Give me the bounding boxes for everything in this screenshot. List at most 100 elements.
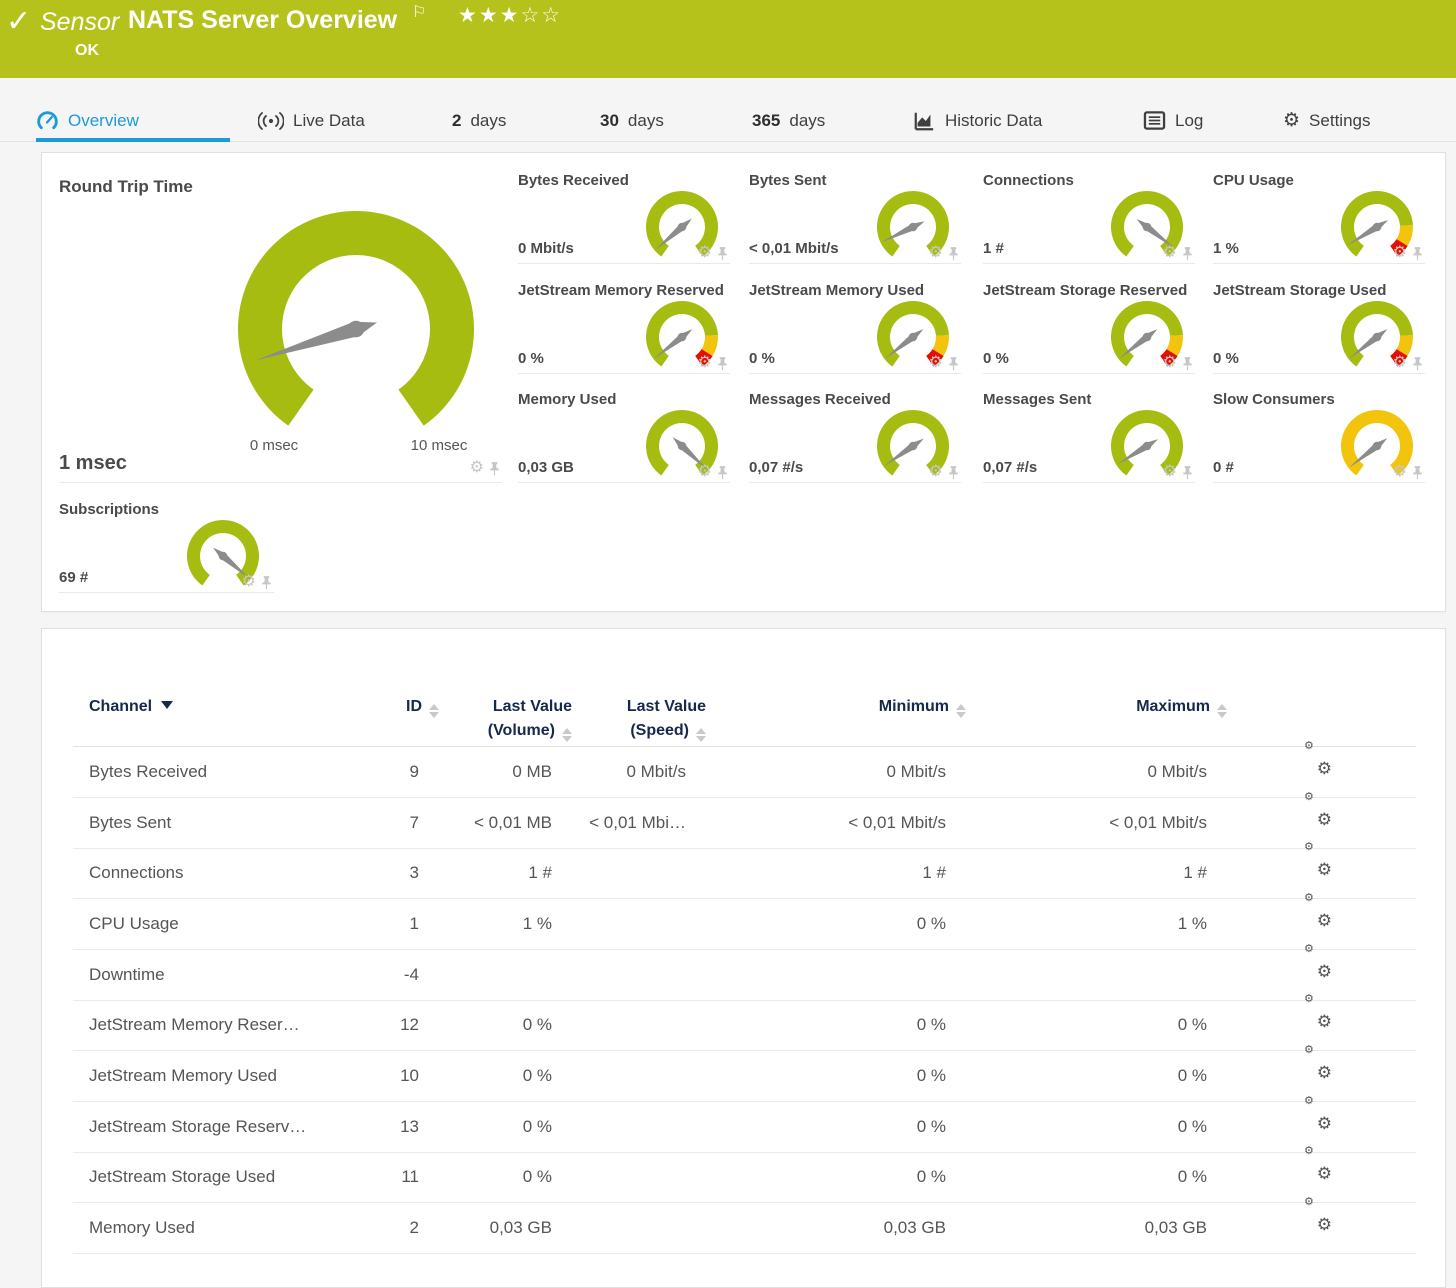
table-row[interactable]: Bytes Sent7< 0,01 MB< 0,01 Mbi…< 0,01 Mb… bbox=[73, 797, 1416, 849]
gauge-title: Memory Used bbox=[518, 391, 616, 408]
column-header-maximum[interactable]: Maximum bbox=[1136, 695, 1227, 719]
table-row[interactable]: CPU Usage11 %0 %1 %⚙⚙ bbox=[73, 898, 1416, 950]
cell-volume: 0 % bbox=[523, 1101, 552, 1152]
gauge-actions: ⚙ bbox=[242, 574, 272, 590]
column-header-minimum[interactable]: Minimum bbox=[879, 695, 966, 719]
channel-settings-gears-icon[interactable]: ⚙⚙ bbox=[1304, 999, 1332, 1023]
tab-label: Settings bbox=[1309, 111, 1370, 131]
channel-settings-gears-icon[interactable]: ⚙⚙ bbox=[1304, 797, 1332, 821]
tab-days[interactable]: 30days bbox=[600, 100, 704, 141]
gauge-card: JetStream Storage Reserved 0 % ⚙ bbox=[983, 279, 1195, 374]
tab-days[interactable]: 365 days bbox=[752, 100, 864, 141]
object-type-label: Sensor bbox=[40, 8, 119, 37]
tab-overview[interactable]: Overview bbox=[36, 100, 230, 141]
cell-id: 12 bbox=[400, 999, 419, 1050]
gauge-value: 0 % bbox=[983, 350, 1009, 367]
pin-icon[interactable] bbox=[1182, 465, 1193, 480]
table-row[interactable]: JetStream Memory Used100 %0 %0 %⚙⚙ bbox=[73, 1050, 1416, 1102]
tab-bar: Overview Live Data 2days 30days 365 days Histo… bbox=[0, 100, 1456, 142]
pin-icon[interactable] bbox=[1412, 246, 1423, 261]
sort-arrows-icon bbox=[1217, 704, 1227, 718]
channel-settings-gears-icon[interactable]: ⚙⚙ bbox=[1304, 1202, 1332, 1226]
gauge-card: JetStream Storage Used 0 % ⚙ bbox=[1213, 279, 1425, 374]
column-header-last-value-volume-[interactable]: Last Value(Volume) bbox=[488, 695, 572, 743]
column-header-id[interactable]: ID bbox=[406, 695, 439, 719]
pin-icon[interactable] bbox=[1182, 246, 1193, 261]
gear-icon[interactable]: ⚙ bbox=[1163, 355, 1177, 371]
table-row[interactable]: Downtime-4⚙⚙ bbox=[73, 949, 1416, 1001]
cell-channel: JetStream Storage Used bbox=[89, 1151, 275, 1202]
cell-maximum: 1 # bbox=[1183, 847, 1207, 898]
cell-minimum: 0,03 GB bbox=[884, 1202, 946, 1253]
table-row[interactable]: JetStream Storage Used110 %0 %0 %⚙⚙ bbox=[73, 1151, 1416, 1203]
channel-settings-gears-icon[interactable]: ⚙⚙ bbox=[1304, 1151, 1332, 1175]
gear-icon[interactable]: ⚙ bbox=[929, 245, 943, 261]
tab-label: Live Data bbox=[293, 111, 365, 131]
table-row[interactable]: Connections31 #1 #1 #⚙⚙ bbox=[73, 847, 1416, 899]
channel-settings-gears-icon[interactable]: ⚙⚙ bbox=[1304, 949, 1332, 973]
priority-stars[interactable]: ★★★☆☆ bbox=[458, 3, 562, 28]
gear-icon[interactable]: ⚙ bbox=[698, 355, 712, 371]
tab-historic-data[interactable]: Historic Data bbox=[912, 100, 1098, 141]
gauge-value: 0 # bbox=[1213, 459, 1234, 476]
sort-arrows-icon bbox=[562, 728, 572, 742]
gauge-value: 0 % bbox=[1213, 350, 1239, 367]
pin-icon[interactable] bbox=[717, 246, 728, 261]
gear-icon[interactable]: ⚙ bbox=[1163, 464, 1177, 480]
gear-icon[interactable]: ⚙ bbox=[1393, 464, 1407, 480]
channel-settings-gears-icon[interactable]: ⚙⚙ bbox=[1304, 1101, 1332, 1125]
flag-icon[interactable]: ⚐ bbox=[412, 2, 426, 22]
channel-settings-gears-icon[interactable]: ⚙⚙ bbox=[1304, 898, 1332, 922]
gear-icon[interactable]: ⚙ bbox=[698, 464, 712, 480]
table-row[interactable]: Memory Used20,03 GB0,03 GB0,03 GB⚙⚙ bbox=[73, 1202, 1416, 1254]
tab-range-number: 365 bbox=[752, 111, 780, 131]
tab-label: days bbox=[789, 111, 825, 131]
pin-icon[interactable] bbox=[489, 461, 500, 476]
column-header-channel[interactable]: Channel bbox=[89, 695, 173, 719]
pin-icon[interactable] bbox=[948, 465, 959, 480]
gear-icon[interactable]: ⚙ bbox=[929, 464, 943, 480]
table-row[interactable]: JetStream Storage Reserv…130 %0 %0 %⚙⚙ bbox=[73, 1101, 1416, 1153]
cell-id: -4 bbox=[404, 949, 419, 1000]
gear-icon[interactable]: ⚙ bbox=[1163, 245, 1177, 261]
channel-settings-gears-icon[interactable]: ⚙⚙ bbox=[1304, 847, 1332, 871]
gear-icon[interactable]: ⚙ bbox=[1393, 355, 1407, 371]
pin-icon[interactable] bbox=[717, 356, 728, 371]
gear-icon[interactable]: ⚙ bbox=[698, 245, 712, 261]
gauge-value: 0 % bbox=[749, 350, 775, 367]
cell-channel: Bytes Received bbox=[89, 746, 207, 797]
tab-label: Historic Data bbox=[945, 111, 1042, 131]
pin-icon[interactable] bbox=[948, 356, 959, 371]
gauge-value: 0 Mbit/s bbox=[518, 240, 574, 257]
gauge-card: CPU Usage 1 % ⚙ bbox=[1213, 169, 1425, 264]
column-header-last-value-speed-[interactable]: Last Value(Speed) bbox=[627, 695, 706, 743]
channel-settings-gears-icon[interactable]: ⚙⚙ bbox=[1304, 1050, 1332, 1074]
tab-live-data[interactable]: Live Data bbox=[258, 100, 406, 141]
tab-settings[interactable]: ⚙Settings bbox=[1283, 100, 1415, 141]
pin-icon[interactable] bbox=[717, 465, 728, 480]
tab-log[interactable]: Log bbox=[1143, 100, 1235, 141]
gauge-actions: ⚙ bbox=[698, 355, 728, 371]
sort-arrows-icon bbox=[429, 704, 439, 718]
table-row[interactable]: JetStream Memory Reser…120 %0 %0 %⚙⚙ bbox=[73, 999, 1416, 1051]
channel-settings-gears-icon[interactable]: ⚙⚙ bbox=[1304, 746, 1332, 770]
cell-id: 10 bbox=[400, 1050, 419, 1101]
column-label: Maximum bbox=[1136, 698, 1210, 715]
pin-icon[interactable] bbox=[1412, 356, 1423, 371]
column-sublabel: (Speed) bbox=[630, 722, 689, 739]
tab-range-number: 2 bbox=[452, 111, 461, 131]
gauge-value: 1 % bbox=[1213, 240, 1239, 257]
pin-icon[interactable] bbox=[948, 246, 959, 261]
gear-icon[interactable]: ⚙ bbox=[929, 355, 943, 371]
pin-icon[interactable] bbox=[1182, 356, 1193, 371]
pin-icon[interactable] bbox=[1412, 465, 1423, 480]
cell-maximum: 0 % bbox=[1178, 1101, 1207, 1152]
gear-icon[interactable]: ⚙ bbox=[242, 574, 256, 590]
table-row[interactable]: Bytes Received90 MB0 Mbit/s0 Mbit/s0 Mbi… bbox=[73, 746, 1416, 798]
pin-icon[interactable] bbox=[261, 575, 272, 590]
tab-days[interactable]: 2days bbox=[452, 100, 552, 141]
cell-id: 13 bbox=[400, 1101, 419, 1152]
gear-icon[interactable]: ⚙ bbox=[470, 460, 484, 476]
gear-icon[interactable]: ⚙ bbox=[1393, 245, 1407, 261]
gauge-card: JetStream Memory Used 0 % ⚙ bbox=[749, 279, 961, 374]
